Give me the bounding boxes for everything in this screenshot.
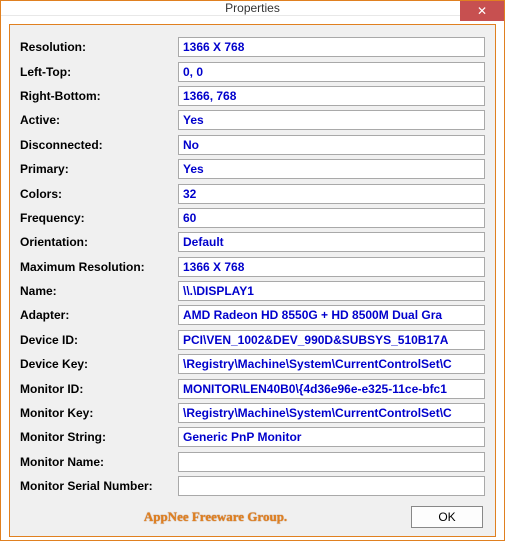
property-value[interactable]: [178, 476, 485, 496]
property-row: Orientation:: [20, 230, 485, 254]
property-row: Monitor Serial Number:: [20, 474, 485, 498]
close-button[interactable]: ✕: [460, 1, 504, 21]
titlebar: Properties ✕: [1, 1, 504, 16]
property-row: Maximum Resolution:: [20, 255, 485, 279]
property-row: Monitor Name:: [20, 450, 485, 474]
property-value[interactable]: [178, 403, 485, 423]
property-value[interactable]: [178, 37, 485, 57]
property-label: Monitor Serial Number:: [20, 479, 178, 493]
branding-text: AppNee Freeware Group.: [20, 509, 411, 525]
property-label: Name:: [20, 284, 178, 298]
property-value[interactable]: [178, 379, 485, 399]
property-value[interactable]: [178, 110, 485, 130]
content-area: Resolution: Left-Top: Right-Bottom: Active:…: [1, 16, 504, 545]
property-label: Adapter:: [20, 308, 178, 322]
property-label: Frequency:: [20, 211, 178, 225]
property-label: Active:: [20, 113, 178, 127]
property-value[interactable]: [178, 330, 485, 350]
window-title: Properties: [225, 1, 280, 15]
property-row: Right-Bottom:: [20, 84, 485, 108]
property-label: Resolution:: [20, 40, 178, 54]
property-label: Monitor ID:: [20, 382, 178, 396]
property-row: Monitor String:: [20, 425, 485, 449]
property-label: Right-Bottom:: [20, 89, 178, 103]
property-label: Device ID:: [20, 333, 178, 347]
property-label: Monitor Name:: [20, 455, 178, 469]
property-value[interactable]: [178, 208, 485, 228]
property-row: Primary:: [20, 157, 485, 181]
property-value[interactable]: [178, 184, 485, 204]
property-row: Disconnected:: [20, 133, 485, 157]
property-label: Orientation:: [20, 235, 178, 249]
property-rows: Resolution: Left-Top: Right-Bottom: Active:…: [20, 35, 485, 498]
property-label: Primary:: [20, 162, 178, 176]
property-row: Device Key:: [20, 352, 485, 376]
property-row: Frequency:: [20, 206, 485, 230]
property-value[interactable]: [178, 135, 485, 155]
property-label: Colors:: [20, 187, 178, 201]
property-row: Active:: [20, 108, 485, 132]
property-label: Disconnected:: [20, 138, 178, 152]
property-row: Adapter:: [20, 303, 485, 327]
property-row: Device ID:: [20, 328, 485, 352]
properties-panel: Resolution: Left-Top: Right-Bottom: Active:…: [9, 24, 496, 537]
property-value[interactable]: [178, 232, 485, 252]
property-value[interactable]: [178, 159, 485, 179]
property-row: Resolution:: [20, 35, 485, 59]
property-value[interactable]: [178, 281, 485, 301]
property-value[interactable]: [178, 305, 485, 325]
property-row: Monitor ID:: [20, 376, 485, 400]
property-value[interactable]: [178, 86, 485, 106]
property-label: Monitor String:: [20, 430, 178, 444]
property-row: Colors:: [20, 181, 485, 205]
property-value[interactable]: [178, 257, 485, 277]
properties-window: Properties ✕ Resolution: Left-Top: Right-B…: [0, 0, 505, 541]
property-row: Name:: [20, 279, 485, 303]
property-value[interactable]: [178, 354, 485, 374]
property-row: Monitor Key:: [20, 401, 485, 425]
ok-button[interactable]: OK: [411, 506, 483, 528]
property-row: Left-Top:: [20, 59, 485, 83]
property-label: Device Key:: [20, 357, 178, 371]
property-label: Maximum Resolution:: [20, 260, 178, 274]
property-label: Monitor Key:: [20, 406, 178, 420]
property-value[interactable]: [178, 452, 485, 472]
property-value[interactable]: [178, 427, 485, 447]
property-value[interactable]: [178, 62, 485, 82]
close-icon: ✕: [477, 4, 487, 18]
footer: AppNee Freeware Group. OK: [20, 498, 485, 530]
property-label: Left-Top:: [20, 65, 178, 79]
